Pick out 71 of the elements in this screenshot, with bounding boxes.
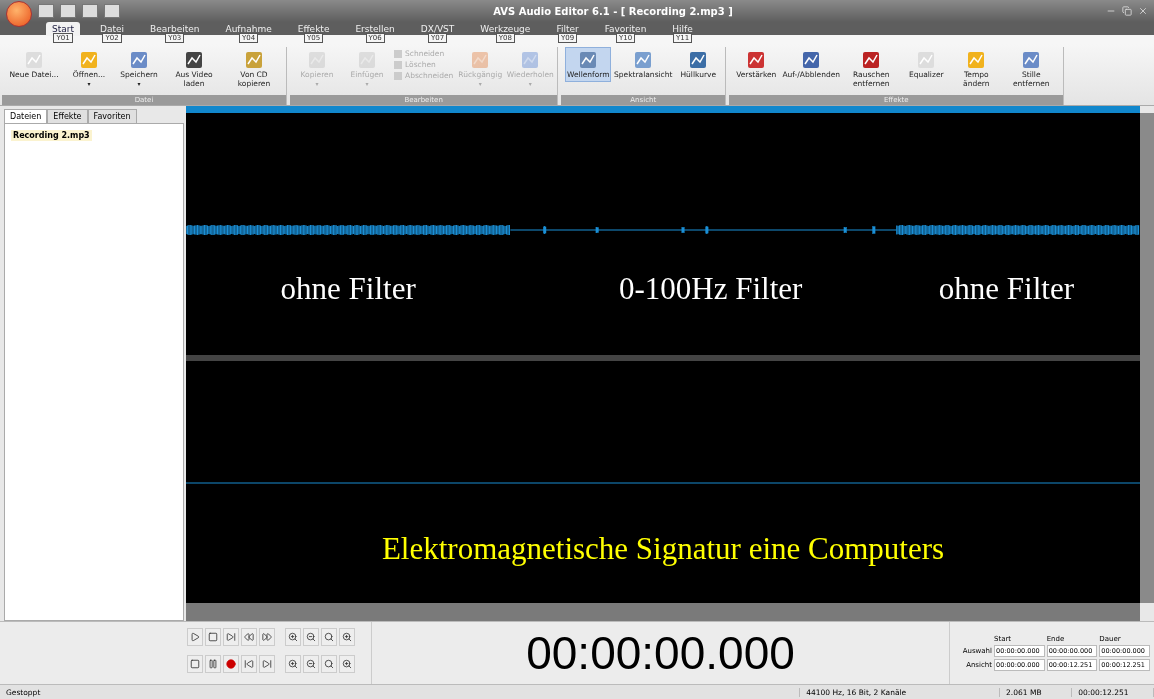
- transport-button[interactable]: [303, 628, 319, 646]
- restore-icon[interactable]: [1122, 6, 1132, 16]
- quick-access-icon[interactable]: [60, 4, 76, 18]
- zoom-out-icon: [306, 658, 316, 669]
- ribbon-tab[interactable]: Filter: [550, 22, 585, 36]
- panel-tab[interactable]: Effekte: [47, 109, 88, 123]
- transport-button[interactable]: [339, 654, 355, 673]
- transport-button[interactable]: [205, 654, 221, 673]
- transport-button[interactable]: [303, 654, 319, 673]
- caption: 0-100Hz Filter: [619, 271, 803, 307]
- caption: ohne Filter: [280, 271, 416, 307]
- transport-button[interactable]: [321, 628, 337, 646]
- ribbon-tab[interactable]: Effekte: [291, 22, 336, 36]
- ribbon-icon: [356, 50, 378, 70]
- ribbon-tab[interactable]: Start: [46, 22, 80, 36]
- skip-forward-icon: [226, 632, 236, 642]
- transport-button[interactable]: [223, 628, 239, 646]
- transport-button[interactable]: [259, 654, 275, 673]
- panel-tab[interactable]: Dateien: [4, 109, 48, 123]
- transport-button[interactable]: [285, 628, 301, 646]
- record-icon: [226, 658, 236, 669]
- ribbon-icon: [23, 50, 45, 70]
- transport-button[interactable]: [321, 654, 337, 673]
- ribbon-icon: [306, 50, 328, 70]
- ribbon-tab[interactable]: Favoriten: [598, 22, 653, 36]
- caption: ohne Filter: [938, 271, 1074, 307]
- ribbon-icon: [128, 50, 150, 70]
- ribbon-tab[interactable]: Datei: [94, 22, 130, 36]
- close-icon[interactable]: [1138, 6, 1148, 16]
- transport-button[interactable]: [187, 628, 203, 646]
- scroll-bar[interactable]: [186, 106, 1140, 113]
- time-display: 00:00:00.000: [525, 626, 796, 681]
- transport-button[interactable]: [339, 628, 355, 646]
- zoom-in-icon: [288, 632, 298, 642]
- quick-access-icon[interactable]: [82, 4, 98, 18]
- file-item[interactable]: Recording 2.mp3: [11, 130, 92, 141]
- zoom-out-icon: [306, 632, 316, 642]
- caption: Elektromagnetische Signatur eine Computers: [381, 531, 945, 567]
- search-icon: [324, 632, 334, 642]
- transport-button[interactable]: [205, 628, 221, 646]
- ribbon-icon: [243, 50, 265, 70]
- rewind-icon: [244, 632, 254, 642]
- ribbon-tab[interactable]: Werkzeuge: [474, 22, 537, 36]
- pause-icon: [208, 658, 218, 669]
- transport-button[interactable]: [187, 654, 203, 673]
- quick-access-icon[interactable]: [38, 4, 54, 18]
- panel-tab[interactable]: Favoriten: [87, 109, 137, 123]
- zoom-in-icon: [288, 658, 298, 669]
- window-title: AVS Audio Editor 6.1 - [ Recording 2.mp3 ]: [492, 5, 734, 17]
- skip-back-icon: [244, 658, 254, 669]
- application-button[interactable]: [6, 1, 32, 27]
- zoom-in-icon: [342, 632, 352, 642]
- ribbon-tab[interactable]: Hilfe: [666, 22, 699, 36]
- zoom-in-icon: [342, 658, 352, 669]
- ribbon-icon: [183, 50, 205, 70]
- play-icon: [190, 632, 200, 642]
- transport-button[interactable]: [223, 654, 239, 673]
- transport-button[interactable]: [241, 654, 257, 673]
- skip-forward-icon: [262, 658, 272, 669]
- ribbon-tab[interactable]: Aufnahme: [219, 22, 278, 36]
- transport-button[interactable]: [241, 628, 257, 646]
- ribbon-icon: [78, 50, 100, 70]
- quick-access-icon[interactable]: [104, 4, 120, 18]
- stop-icon: [190, 658, 200, 669]
- search-icon: [324, 658, 334, 669]
- transport-button[interactable]: [285, 654, 301, 673]
- fast-forward-icon: [262, 632, 272, 642]
- stop-icon: [208, 632, 218, 642]
- ribbon-tab[interactable]: Erstellen: [349, 22, 401, 36]
- transport-button[interactable]: [259, 628, 275, 646]
- ribbon-tab[interactable]: DX/VST: [414, 22, 461, 36]
